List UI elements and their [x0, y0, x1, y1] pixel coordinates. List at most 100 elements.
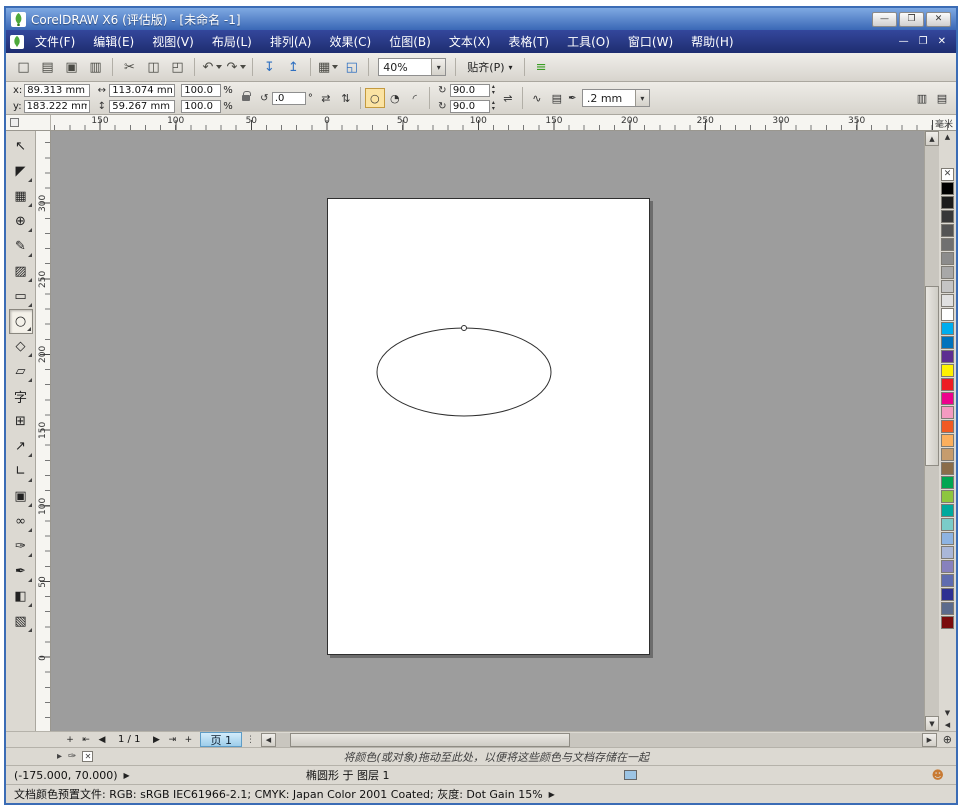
- close-button[interactable]: ✕: [926, 12, 951, 27]
- connector-tool[interactable]: ∟: [9, 459, 33, 484]
- scroll-up-button[interactable]: ▲: [925, 131, 939, 146]
- drawing-page[interactable]: [327, 198, 650, 655]
- vertical-scroll-thumb[interactable]: [925, 286, 939, 466]
- x-position-input[interactable]: [24, 84, 90, 97]
- rectangle-tool[interactable]: ▭: [9, 284, 33, 309]
- open-button[interactable]: ▤: [36, 56, 59, 78]
- menu-item[interactable]: 文本(X): [440, 31, 500, 52]
- add-page-button[interactable]: +: [180, 733, 196, 747]
- interactive-fill-tool[interactable]: ▧: [9, 609, 33, 634]
- new-document-button[interactable]: □: [12, 56, 35, 78]
- y-position-input[interactable]: [24, 100, 90, 113]
- scale-h-input[interactable]: [181, 84, 221, 97]
- horizontal-ruler[interactable]: 15010050050100150200250300350 毫米: [51, 115, 956, 130]
- menu-item[interactable]: 表格(T): [499, 31, 558, 52]
- chevron-down-icon[interactable]: ▾: [431, 59, 445, 75]
- wrap-text-button[interactable]: ▤: [547, 88, 567, 108]
- color-swatch[interactable]: [941, 504, 954, 517]
- horizontal-scroll-thumb[interactable]: [290, 733, 570, 747]
- vertical-ruler[interactable]: 300250200150100500: [36, 131, 51, 731]
- shape-tool[interactable]: ◤: [9, 159, 33, 184]
- vertical-scroll-track[interactable]: [925, 146, 939, 716]
- horizontal-scrollbar[interactable]: ◀ ▶: [261, 733, 937, 747]
- maximize-button[interactable]: ❐: [899, 12, 924, 27]
- outline-width-combo[interactable]: .2 mm ▾: [582, 89, 650, 107]
- arc-mode-button[interactable]: ◜: [405, 88, 425, 108]
- color-swatch[interactable]: [941, 602, 954, 615]
- next-page-button[interactable]: ▶: [148, 733, 164, 747]
- menu-item[interactable]: 视图(V): [143, 31, 203, 52]
- freehand-tool[interactable]: ✎: [9, 234, 33, 259]
- palette-scroll-down-button[interactable]: ▼: [941, 707, 954, 719]
- color-swatch[interactable]: [941, 560, 954, 573]
- palette-scroll-up-button[interactable]: ▲: [941, 131, 954, 143]
- menu-item[interactable]: 帮助(H): [682, 31, 742, 52]
- width-input[interactable]: [109, 84, 175, 97]
- convert-to-curves-button[interactable]: ∿: [527, 88, 547, 108]
- document-palette-flyout-icon[interactable]: ▸: [54, 751, 65, 762]
- ellipse-mode-button[interactable]: ○: [365, 88, 385, 108]
- color-swatch[interactable]: [941, 462, 954, 475]
- sign-in-person-icon[interactable]: ☻: [931, 768, 944, 782]
- end-angle-input[interactable]: [450, 100, 490, 113]
- scroll-right-button[interactable]: ▶: [922, 733, 937, 747]
- paste-button[interactable]: ◰: [166, 56, 189, 78]
- menu-item[interactable]: 排列(A): [261, 31, 321, 52]
- redo-button[interactable]: ↷: [224, 56, 247, 78]
- crop-tool[interactable]: ▦: [9, 184, 33, 209]
- color-swatch[interactable]: [941, 406, 954, 419]
- first-page-button[interactable]: ⇤: [78, 733, 94, 747]
- eyedropper-tool[interactable]: ✑: [9, 534, 33, 559]
- snap-to-dropdown[interactable]: 贴齐(P) ▾: [461, 59, 518, 75]
- zoom-tool[interactable]: ⊕: [9, 209, 33, 234]
- eyedropper-icon[interactable]: ✑: [65, 751, 79, 762]
- lock-ratio-button[interactable]: [236, 88, 256, 108]
- doc-restore-button[interactable]: ❐: [919, 36, 928, 47]
- color-swatch[interactable]: [941, 490, 954, 503]
- last-page-button[interactable]: ⇥: [164, 733, 180, 747]
- color-swatch[interactable]: [941, 322, 954, 335]
- color-swatch[interactable]: [941, 476, 954, 489]
- height-input[interactable]: [109, 100, 175, 113]
- color-swatch[interactable]: [941, 294, 954, 307]
- color-swatch[interactable]: [941, 280, 954, 293]
- vertical-scrollbar[interactable]: ▲ ▼: [924, 131, 939, 731]
- menu-item[interactable]: 效果(C): [320, 31, 380, 52]
- save-button[interactable]: ▣: [60, 56, 83, 78]
- scroll-left-button[interactable]: ◀: [261, 733, 276, 747]
- cut-button[interactable]: ✂: [118, 56, 141, 78]
- page-tab[interactable]: 页 1: [200, 732, 242, 747]
- color-swatch[interactable]: [941, 546, 954, 559]
- print-button[interactable]: ▥: [84, 56, 107, 78]
- dimension-tool[interactable]: ↗: [9, 434, 33, 459]
- no-color-swatch[interactable]: ✕: [941, 168, 954, 181]
- export-button[interactable]: ↥: [282, 56, 305, 78]
- table-tool[interactable]: ⊞: [9, 409, 33, 434]
- color-swatch[interactable]: [941, 196, 954, 209]
- color-swatch[interactable]: [941, 616, 954, 629]
- splitter-grip[interactable]: ⋮: [242, 735, 259, 745]
- mirror-vertical-button[interactable]: ⇅: [336, 88, 356, 108]
- color-swatch[interactable]: [941, 266, 954, 279]
- color-swatch[interactable]: [941, 238, 954, 251]
- color-swatch[interactable]: [941, 420, 954, 433]
- color-swatch[interactable]: [941, 182, 954, 195]
- color-swatch[interactable]: [941, 364, 954, 377]
- text-tool[interactable]: 字: [9, 384, 33, 409]
- color-swatch[interactable]: [941, 532, 954, 545]
- profile-expander-icon[interactable]: ▶: [543, 790, 561, 799]
- color-swatch[interactable]: [941, 210, 954, 223]
- ruler-origin-icon[interactable]: [10, 118, 19, 127]
- start-angle-spinner[interactable]: ▴▾: [492, 84, 495, 96]
- status-expander-icon[interactable]: ▶: [118, 771, 136, 780]
- add-page-button[interactable]: +: [62, 733, 78, 747]
- rotation-input[interactable]: [272, 92, 306, 105]
- color-swatch[interactable]: [941, 588, 954, 601]
- color-swatch[interactable]: [941, 308, 954, 321]
- blend-tool[interactable]: ∞: [9, 509, 33, 534]
- previous-page-button[interactable]: ◀: [94, 733, 110, 747]
- color-swatch[interactable]: [941, 350, 954, 363]
- menu-item[interactable]: 位图(B): [380, 31, 440, 52]
- color-swatch[interactable]: [941, 392, 954, 405]
- color-swatch[interactable]: [941, 518, 954, 531]
